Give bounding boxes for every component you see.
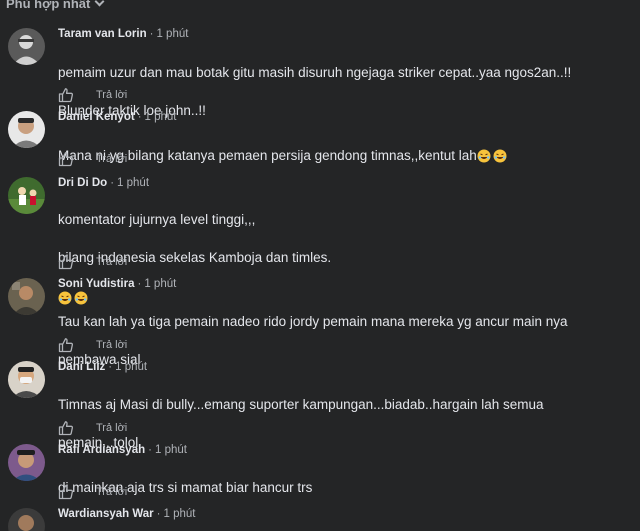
commenter-name[interactable]: Taram van Lorin: [58, 28, 147, 40]
reply-button[interactable]: Trả lời: [96, 486, 127, 498]
avatar[interactable]: [8, 278, 45, 315]
like-icon[interactable]: [58, 484, 74, 500]
comment-text: pemaim uzur dan mau botak gitu masih dis…: [58, 44, 628, 139]
like-icon[interactable]: [58, 254, 74, 270]
comment-text: Tau kan lah ya tiga pemain nadeo rido jo…: [58, 293, 628, 388]
comment-time[interactable]: 1 phút: [117, 177, 149, 189]
comment-actions: Trả lời: [58, 87, 127, 103]
comment-line: Tau kan lah ya tiga pemain nadeo rido jo…: [58, 314, 568, 329]
comment-time[interactable]: 1 phút: [164, 508, 196, 520]
comment-time[interactable]: 1 phút: [145, 111, 177, 123]
separator-dot: ·: [137, 111, 142, 123]
avatar[interactable]: [8, 111, 45, 148]
reply-button[interactable]: Trả lời: [96, 256, 127, 268]
comment-actions: Trả lời: [58, 484, 127, 500]
commenter-name[interactable]: Rafi Ardiansyah: [58, 444, 145, 456]
emoji-group: [477, 149, 507, 163]
comment-line: pemaim uzur dan mau botak gitu masih dis…: [58, 65, 572, 80]
comment-time[interactable]: 1 phút: [156, 28, 188, 40]
separator-dot: ·: [148, 444, 152, 456]
avatar[interactable]: [8, 28, 45, 65]
comment-time[interactable]: 1 phút: [144, 278, 176, 290]
sort-selector[interactable]: Phù hợp nhất: [6, 0, 105, 11]
comment-text: Mana ni yg bilang katanya pemaen persija…: [58, 127, 628, 165]
avatar[interactable]: [8, 361, 45, 398]
laughing-emoji-icon: [477, 149, 491, 163]
separator-dot: ·: [156, 508, 161, 520]
like-icon[interactable]: [58, 151, 74, 167]
commenter-name[interactable]: Dri Di Do: [58, 177, 107, 189]
comment-line: komentator jujurnya level tinggi,,,: [58, 212, 256, 227]
commenter-name[interactable]: Daniel Kenyot: [58, 111, 135, 123]
comment-time[interactable]: 1 phút: [155, 444, 187, 456]
comment-meta: Taram van Lorin · 1 phút: [58, 28, 188, 40]
comment-line: bilang indonesia sekelas Kamboja dan tim…: [58, 250, 332, 265]
comment-meta: Dri Di Do · 1 phút: [58, 177, 149, 189]
reply-button[interactable]: Trả lời: [96, 422, 127, 434]
commenter-name[interactable]: Wardiansyah War: [58, 508, 154, 520]
comment-time[interactable]: 1 phút: [115, 361, 147, 373]
comment-actions: Trả lời: [58, 420, 127, 436]
separator-dot: ·: [137, 278, 142, 290]
reply-button[interactable]: Trả lời: [96, 153, 127, 165]
comment-meta: Rafi Ardiansyah · 1 phút: [58, 444, 187, 456]
chevron-down-icon: [94, 0, 105, 6]
separator-dot: ·: [110, 177, 115, 189]
avatar[interactable]: [8, 508, 45, 531]
comment-line: Timnas aj Masi di bully...emang suporter…: [58, 397, 544, 412]
avatar[interactable]: [8, 177, 45, 214]
comment-meta: Soni Yudistira · 1 phút: [58, 278, 176, 290]
commenter-name[interactable]: Soni Yudistira: [58, 278, 134, 290]
like-icon[interactable]: [58, 420, 74, 436]
like-icon[interactable]: [58, 87, 74, 103]
comment-line: di mainkan aja trs si mamat biar hancur …: [58, 480, 313, 495]
comment-meta: Daniel Kenyot · 1 phút: [58, 111, 177, 123]
reply-button[interactable]: Trả lời: [96, 89, 127, 101]
comment-meta: Dani Liiz · 1 phút: [58, 361, 147, 373]
comment-actions: Trả lời: [58, 151, 127, 167]
like-icon[interactable]: [58, 337, 74, 353]
commenter-name[interactable]: Dani Liiz: [58, 361, 105, 373]
avatar[interactable]: [8, 444, 45, 481]
comment-actions: Trả lời: [58, 254, 127, 270]
laughing-emoji-icon: [493, 149, 507, 163]
separator-dot: ·: [149, 28, 154, 40]
comment-meta: Wardiansyah War · 1 phút: [58, 508, 195, 520]
comment-text: Timnas aj Masi di bully...emang suporter…: [58, 376, 628, 471]
sort-label: Phù hợp nhất: [6, 0, 91, 11]
reply-button[interactable]: Trả lời: [96, 339, 127, 351]
comment-actions: Trả lời: [58, 337, 127, 353]
separator-dot: ·: [108, 361, 113, 373]
